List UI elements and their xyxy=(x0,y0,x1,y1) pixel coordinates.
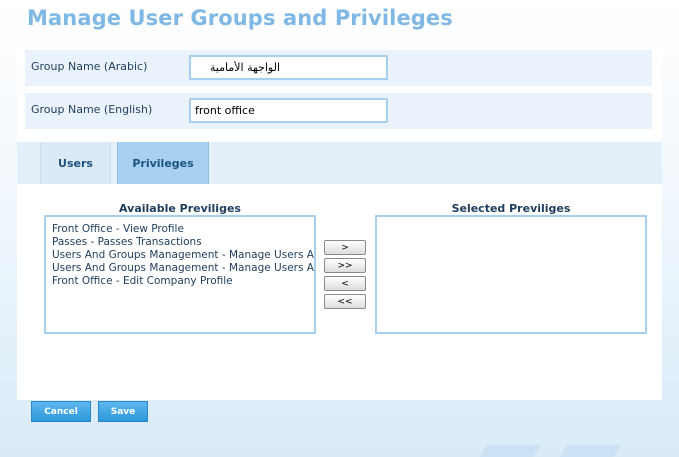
list-item[interactable]: Users And Groups Management - Manage Use… xyxy=(52,262,314,275)
arabic-name-row: Group Name (Arabic) xyxy=(25,50,652,86)
background-decoration xyxy=(473,445,541,457)
available-privileges-title: Available Previliges xyxy=(119,202,241,215)
selected-privileges-list[interactable] xyxy=(375,215,647,334)
list-item[interactable]: Passes - Passes Transactions xyxy=(52,236,308,249)
arabic-name-label: Group Name (Arabic) xyxy=(31,60,148,73)
tab-privileges[interactable]: Privileges xyxy=(117,142,209,184)
english-name-row: Group Name (English) xyxy=(25,93,652,129)
available-privileges-list[interactable]: Front Office - View Profile Passes - Pas… xyxy=(44,215,316,334)
remove-all-privileges-button[interactable]: << xyxy=(324,294,366,309)
add-all-privileges-button[interactable]: >> xyxy=(324,258,366,273)
form-panel: Group Name (Arabic) Group Name (English)… xyxy=(17,46,662,400)
remove-privilege-button[interactable]: < xyxy=(324,276,366,291)
add-privilege-button[interactable]: > xyxy=(324,240,366,255)
list-item[interactable]: Front Office - Edit Company Profile xyxy=(52,275,308,288)
list-item[interactable]: Users And Groups Management - Manage Use… xyxy=(52,249,314,262)
english-name-label: Group Name (English) xyxy=(31,103,153,116)
english-name-input[interactable] xyxy=(189,98,388,123)
page-title: Manage User Groups and Privileges xyxy=(27,6,453,30)
selected-privileges-title: Selected Previliges xyxy=(451,202,571,215)
tab-bar: Users Privileges xyxy=(17,142,662,184)
list-item[interactable]: Front Office - View Profile xyxy=(52,223,308,236)
save-button[interactable]: Save xyxy=(98,401,148,422)
arabic-name-input[interactable] xyxy=(189,55,388,80)
background-decoration xyxy=(553,445,621,457)
tab-users[interactable]: Users xyxy=(40,142,111,184)
cancel-button[interactable]: Cancel xyxy=(31,401,91,422)
